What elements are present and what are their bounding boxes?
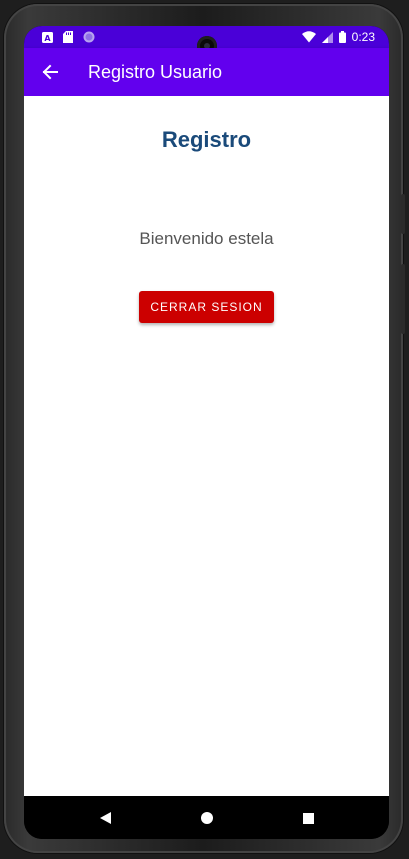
svg-text:A: A [44, 34, 51, 43]
wifi-icon [301, 31, 316, 43]
signal-icon [321, 31, 333, 43]
sd-card-icon [63, 31, 73, 43]
volume-button [401, 194, 405, 234]
circle-notification-icon [83, 31, 95, 43]
device-screen: A 0:23 Registro Usuario Registro Bienven… [24, 26, 389, 839]
status-notifications: A [42, 31, 95, 43]
phone-frame: A 0:23 Registro Usuario Registro Bienven… [4, 4, 405, 853]
arrow-back-icon [42, 64, 58, 80]
app-bar: Registro Usuario [24, 48, 389, 96]
navigation-bar [24, 796, 389, 839]
recents-square-icon [302, 812, 314, 824]
back-button[interactable] [34, 56, 66, 88]
logout-button[interactable]: CERRAR SESION [139, 291, 274, 323]
nav-recents-button[interactable] [297, 807, 319, 829]
nav-back-button[interactable] [94, 807, 116, 829]
status-time: 0:23 [351, 30, 375, 44]
back-triangle-icon [99, 812, 111, 824]
a-notification-icon: A [42, 31, 53, 43]
status-system-icons: 0:23 [301, 30, 375, 44]
battery-icon [338, 31, 346, 43]
welcome-text: Bienvenido estela [139, 229, 274, 248]
nav-home-button[interactable] [196, 807, 218, 829]
home-circle-icon [201, 812, 213, 824]
app-bar-title: Registro Usuario [88, 62, 223, 82]
page-title: Registro [161, 127, 252, 152]
power-button [401, 264, 405, 334]
main-content: Registro Bienvenido estela CERRAR SESION [24, 96, 389, 796]
